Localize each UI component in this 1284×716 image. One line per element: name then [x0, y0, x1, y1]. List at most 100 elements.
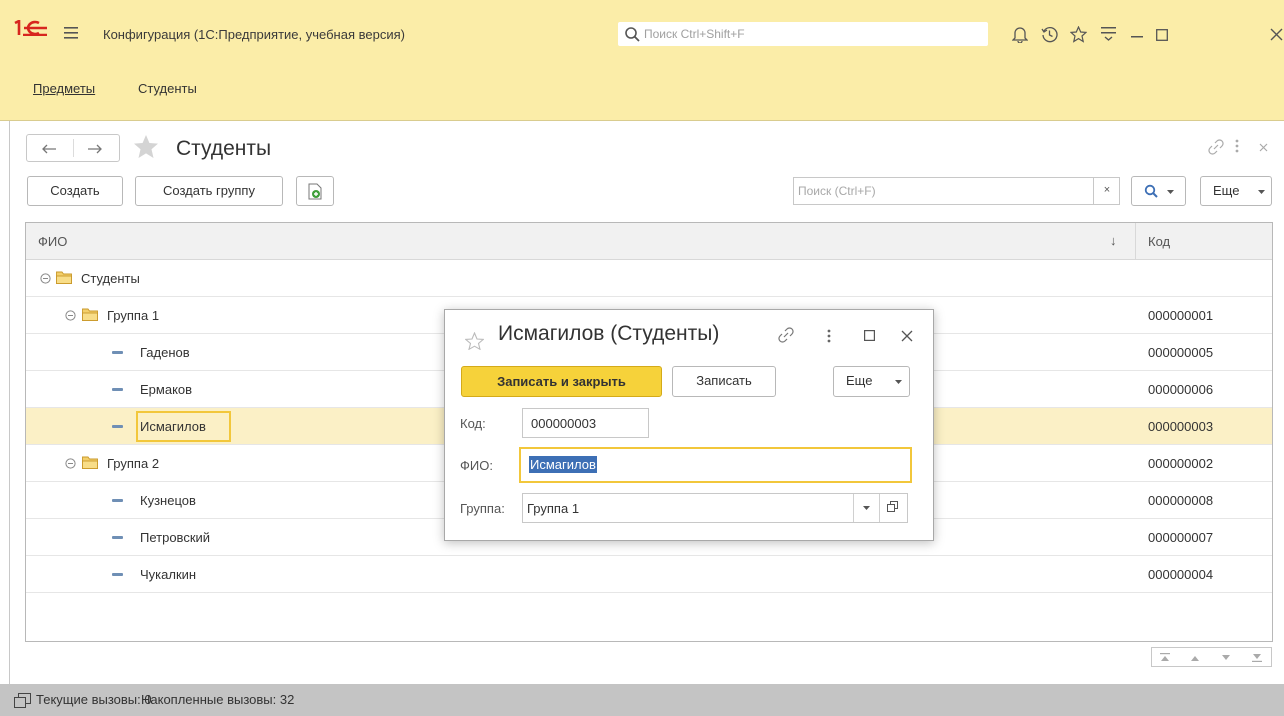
more-vertical-icon[interactable]: [827, 329, 831, 343]
group-dropdown-button[interactable]: [853, 494, 879, 522]
column-header-fio[interactable]: ФИО: [38, 234, 67, 249]
minimize-icon[interactable]: [1131, 36, 1143, 39]
item-marker-icon: [112, 573, 123, 576]
item-marker-icon: [112, 388, 123, 391]
row-name: Гаденов: [140, 345, 190, 360]
link-icon[interactable]: [778, 327, 794, 343]
form-close-icon[interactable]: [1259, 143, 1268, 152]
add-document-icon: [308, 183, 321, 200]
section-studenty[interactable]: Студенты: [138, 81, 197, 96]
fio-field[interactable]: Исмагилов: [519, 447, 912, 483]
code-field[interactable]: 000000003: [522, 408, 649, 438]
list-search-placeholder: Поиск (Ctrl+F): [798, 184, 876, 198]
collapse-icon[interactable]: [65, 458, 76, 469]
maximize-icon[interactable]: [1156, 29, 1168, 41]
group-value: Группа 1: [527, 501, 580, 516]
create-button[interactable]: Создать: [27, 176, 123, 206]
dialog-close-icon[interactable]: [901, 330, 913, 342]
collapse-icon[interactable]: [65, 310, 76, 321]
windows-icon[interactable]: [14, 693, 31, 708]
dialog-title: Исмагилов (Студенты): [498, 322, 720, 345]
save-button[interactable]: Записать: [672, 366, 776, 397]
table-row[interactable]: Студенты: [26, 260, 1272, 297]
more-button-label: Еще: [1213, 183, 1240, 198]
section-predmety[interactable]: Предметы: [33, 81, 95, 96]
favorites-star-icon[interactable]: [1070, 26, 1087, 43]
row-code: 000000008: [1148, 493, 1214, 508]
navigation-buttons: [26, 134, 120, 162]
bell-icon[interactable]: [1012, 26, 1028, 43]
scroll-down-icon[interactable]: [1221, 653, 1231, 662]
link-icon[interactable]: [1208, 139, 1224, 155]
row-code: 000000002: [1148, 456, 1214, 471]
dialog-more-label: Еще: [846, 373, 873, 388]
title-bar: Конфигурация (1С:Предприятие, учебная ве…: [0, 0, 1284, 48]
group-open-button[interactable]: [879, 494, 905, 522]
chevron-down-icon: [895, 380, 902, 384]
global-search-input[interactable]: Поиск Ctrl+Shift+F: [618, 22, 988, 46]
status-bar: Текущие вызовы: 0 Накопленные вызовы: 32: [0, 684, 1284, 716]
row-name: Студенты: [81, 271, 140, 286]
close-icon[interactable]: [1270, 28, 1283, 41]
create-group-button[interactable]: Создать группу: [135, 176, 283, 206]
list-scroll-buttons: [1151, 647, 1272, 667]
folder-icon: [56, 271, 72, 284]
back-arrow-icon[interactable]: [41, 144, 57, 154]
collapse-icon[interactable]: [40, 273, 51, 284]
search-options-button[interactable]: [1131, 176, 1186, 206]
folder-icon: [82, 308, 98, 321]
code-label: Код:: [460, 416, 486, 431]
favorite-star-icon[interactable]: [465, 332, 484, 350]
column-header-code[interactable]: Код: [1148, 234, 1170, 249]
more-vertical-icon[interactable]: [1235, 139, 1239, 153]
row-name: Чукалкин: [140, 567, 197, 582]
item-marker-icon: [112, 499, 123, 502]
chevron-down-icon: [863, 506, 870, 510]
item-marker-icon: [112, 536, 123, 539]
save-and-close-button[interactable]: Записать и закрыть: [461, 366, 662, 397]
scroll-first-icon[interactable]: [1160, 653, 1170, 662]
row-name: Исмагилов: [140, 419, 206, 434]
fio-label: ФИО:: [460, 458, 493, 473]
form-title: Студенты: [176, 137, 272, 160]
row-code: 000000004: [1148, 567, 1214, 582]
forward-arrow-icon[interactable]: [87, 144, 103, 154]
list-search-input[interactable]: Поиск (Ctrl+F) ×: [793, 177, 1120, 205]
fio-value: Исмагилов: [529, 456, 597, 473]
settings-menu-icon[interactable]: [1101, 26, 1116, 41]
item-marker-icon: [112, 351, 123, 354]
table-header: ФИО ↓ Код: [26, 223, 1272, 260]
scroll-up-icon[interactable]: [1190, 653, 1200, 662]
folder-icon: [82, 456, 98, 469]
favorite-star-icon[interactable]: [133, 134, 159, 159]
row-name: Группа 2: [107, 456, 160, 471]
table-row[interactable]: Чукалкин 000000004: [26, 556, 1272, 593]
row-name: Группа 1: [107, 308, 160, 323]
row-name: Петровский: [140, 530, 211, 545]
accumulated-calls-text: Накопленные вызовы: 32: [141, 692, 295, 707]
row-code: 000000001: [1148, 308, 1214, 323]
dialog-more-button[interactable]: Еще: [833, 366, 910, 397]
history-icon[interactable]: [1041, 26, 1058, 43]
scroll-last-icon[interactable]: [1252, 653, 1262, 662]
row-code: 000000006: [1148, 382, 1214, 397]
search-clear-button[interactable]: ×: [1093, 178, 1120, 204]
more-button[interactable]: Еще: [1200, 176, 1272, 206]
row-name: Кузнецов: [140, 493, 196, 508]
group-field[interactable]: Группа 1: [522, 493, 908, 523]
group-label: Группа:: [460, 501, 505, 516]
app-title: Конфигурация (1С:Предприятие, учебная ве…: [103, 27, 405, 42]
open-window-icon: [887, 501, 898, 512]
row-name: Ермаков: [140, 382, 193, 397]
row-code: 000000003: [1148, 419, 1214, 434]
global-search-placeholder: Поиск Ctrl+Shift+F: [644, 27, 745, 41]
maximize-icon[interactable]: [864, 330, 875, 341]
copy-button[interactable]: [296, 176, 334, 206]
search-icon: [625, 27, 640, 42]
workspace-left-border: [0, 121, 10, 684]
current-calls-text: Текущие вызовы: 0: [36, 692, 152, 707]
item-marker-icon: [112, 425, 123, 428]
1c-logo-icon: [14, 20, 47, 36]
main-menu-icon[interactable]: [64, 27, 78, 39]
code-value: 000000003: [531, 416, 597, 431]
